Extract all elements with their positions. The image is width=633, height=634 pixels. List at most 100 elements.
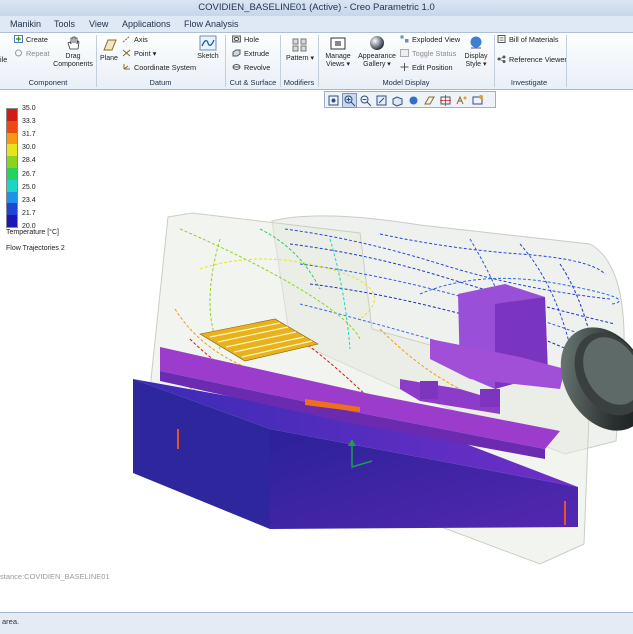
display-style-button[interactable]: Display Style ▾ bbox=[460, 35, 492, 69]
appearance-sphere-icon bbox=[370, 36, 384, 50]
legend-value: 35.0 bbox=[22, 105, 36, 112]
edit-position-icon bbox=[400, 63, 409, 71]
create-icon bbox=[14, 35, 23, 43]
exploded-view-label: Exploded View bbox=[412, 35, 461, 44]
tab-flow-analysis[interactable]: Flow Analysis bbox=[180, 16, 243, 32]
manage-views-icon bbox=[330, 37, 346, 50]
repeat-button[interactable]: Repeat bbox=[14, 49, 50, 59]
legend-swatch bbox=[7, 179, 17, 192]
legend-value: 25.0 bbox=[22, 183, 36, 191]
repaint-icon[interactable] bbox=[374, 93, 389, 108]
revolve-label: Revolve bbox=[244, 63, 271, 72]
legend-swatch bbox=[7, 144, 17, 157]
status-message: area. bbox=[2, 617, 20, 626]
repeat-icon bbox=[15, 49, 22, 57]
extrude-button[interactable]: Extrude bbox=[232, 49, 269, 59]
hole-icon bbox=[232, 35, 241, 43]
drag-label-1: Drag bbox=[65, 53, 81, 60]
legend-value: 28.4 bbox=[22, 157, 36, 165]
reference-viewer-icon bbox=[497, 55, 506, 63]
manage-views-label-1: Manage bbox=[325, 53, 351, 60]
bill-of-materials-button[interactable]: Bill of Materials bbox=[497, 35, 558, 45]
instance-name: stance:COVIDIEN_BASELINE01 bbox=[0, 572, 110, 581]
drag-label-2: Components bbox=[53, 61, 93, 68]
ribbon: ile Create Repeat Drag Components Compone… bbox=[0, 33, 633, 90]
legend-swatch bbox=[7, 120, 17, 133]
display-style-icon[interactable] bbox=[406, 93, 421, 108]
plane-icon bbox=[103, 39, 117, 51]
appearance-label-2: Gallery bbox=[363, 61, 386, 68]
appearance-gallery-button[interactable]: Appearance Gallery ▾ bbox=[356, 35, 398, 69]
legend-swatch bbox=[7, 215, 17, 227]
legend-value: 33.3 bbox=[22, 118, 36, 126]
pattern-button[interactable]: Pattern ▾ bbox=[285, 37, 315, 63]
temperature-color-scale bbox=[6, 108, 18, 228]
revolve-icon bbox=[232, 64, 241, 70]
coordinate-system-button[interactable]: Coordinate System bbox=[122, 63, 196, 73]
group-label-datum[interactable]: Datum bbox=[96, 78, 225, 88]
axis-button[interactable]: Axis bbox=[122, 35, 148, 45]
point-label: Point bbox=[134, 49, 151, 58]
extrude-label: Extrude bbox=[244, 49, 270, 58]
manage-views-label-2: Views bbox=[325, 61, 345, 68]
tab-view[interactable]: View bbox=[85, 16, 112, 32]
sketch-button[interactable]: Sketch bbox=[195, 35, 221, 61]
axis-icon bbox=[122, 35, 131, 43]
sketch-label: Sketch bbox=[197, 53, 219, 60]
point-button[interactable]: Point ▾ bbox=[122, 49, 156, 59]
sketch-icon bbox=[199, 35, 217, 51]
group-label-modifiers[interactable]: Modifiers bbox=[280, 78, 318, 88]
tab-applications[interactable]: Applications bbox=[118, 16, 175, 32]
reference-viewer-label: Reference Viewer bbox=[509, 55, 567, 64]
axis-label: Axis bbox=[134, 35, 148, 44]
group-separator bbox=[566, 35, 567, 87]
refit-icon[interactable] bbox=[326, 93, 341, 108]
group-label-cut-surface[interactable]: Cut & Surface bbox=[222, 78, 284, 88]
legend-value: 31.7 bbox=[22, 131, 36, 139]
view-manager-icon[interactable] bbox=[470, 93, 485, 108]
saved-orientations-icon[interactable] bbox=[390, 93, 405, 108]
drag-components-button[interactable]: Drag Components bbox=[52, 35, 94, 69]
hole-label: Hole bbox=[244, 35, 260, 44]
tab-manikin[interactable]: Manikin bbox=[6, 16, 45, 32]
group-label-model-display[interactable]: Model Display bbox=[318, 78, 494, 88]
legend-value: 21.7 bbox=[22, 209, 36, 217]
tab-tools[interactable]: Tools bbox=[50, 16, 79, 32]
display-style-icon bbox=[470, 36, 482, 49]
plane-button[interactable]: Plane bbox=[98, 37, 120, 63]
zoom-out-icon[interactable] bbox=[358, 93, 373, 108]
group-label-investigate[interactable]: Investigate bbox=[494, 78, 564, 88]
legend-value: 30.0 bbox=[22, 144, 36, 152]
file-button-label[interactable]: ile bbox=[0, 55, 7, 65]
group-label-component[interactable]: Component bbox=[0, 78, 96, 88]
exploded-view-button[interactable]: Exploded View bbox=[400, 35, 460, 45]
extrude-icon bbox=[232, 49, 241, 57]
coordinate-system-label: Coordinate System bbox=[134, 63, 197, 72]
legend-swatch bbox=[7, 109, 17, 121]
window-title: COVIDIEN_BASELINE01 (Active) - Creo Para… bbox=[0, 0, 633, 17]
revolve-button[interactable]: Revolve bbox=[232, 63, 270, 73]
hole-button[interactable]: Hole bbox=[232, 35, 259, 45]
graphics-toolbar bbox=[324, 91, 496, 108]
appearance-label-1: Appearance bbox=[358, 53, 396, 60]
legend-title: Temperature [°C] bbox=[6, 229, 59, 236]
manage-views-button[interactable]: Manage Views ▾ bbox=[322, 35, 354, 69]
edit-position-label: Edit Position bbox=[412, 63, 453, 72]
menu-tabs: Manikin Tools View Applications Flow Ana… bbox=[0, 16, 633, 33]
status-bar bbox=[0, 612, 633, 634]
legend-value: 23.4 bbox=[22, 196, 36, 204]
model-viewport[interactable] bbox=[0, 89, 633, 609]
legend-swatch bbox=[7, 167, 17, 180]
bom-icon bbox=[497, 35, 506, 43]
pattern-icon bbox=[292, 38, 307, 52]
plane-label: Plane bbox=[100, 55, 118, 62]
reference-viewer-button[interactable]: Reference Viewer bbox=[497, 55, 567, 65]
spin-center-icon[interactable] bbox=[438, 93, 453, 108]
create-button[interactable]: Create bbox=[14, 35, 48, 45]
toggle-status-button[interactable]: Toggle Status bbox=[400, 49, 456, 59]
annotation-display-icon[interactable] bbox=[454, 93, 469, 108]
legend-swatch bbox=[7, 156, 17, 168]
zoom-in-icon[interactable] bbox=[342, 93, 357, 108]
edit-position-button[interactable]: Edit Position bbox=[400, 63, 453, 73]
datum-display-icon[interactable] bbox=[422, 93, 437, 108]
